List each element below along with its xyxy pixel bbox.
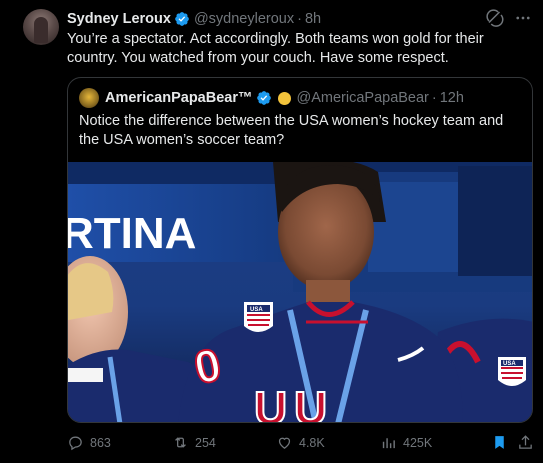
tweet-top-actions [486, 9, 532, 27]
repost-count: 254 [195, 435, 216, 450]
grok-icon[interactable] [486, 9, 504, 27]
like-button[interactable]: 4.8K [276, 434, 325, 451]
quote-author-name[interactable]: AmericanPapaBear™ [105, 90, 253, 106]
separator-dot: · [431, 90, 437, 106]
share-icon[interactable] [517, 434, 534, 451]
tweet-action-bar: 863 254 4.8K 425K [67, 432, 533, 454]
quote-author-avatar[interactable] [79, 88, 99, 108]
like-icon [278, 437, 291, 449]
quote-author-handle[interactable]: @AmericaPapaBear [297, 90, 429, 106]
separator-dot: · [297, 11, 302, 27]
svg-text:USA: USA [250, 307, 263, 313]
author-name[interactable]: Sydney Leroux [67, 11, 171, 27]
emoji-icon [277, 91, 291, 105]
timestamp[interactable]: 8h [305, 11, 321, 27]
tweet-header: Sydney Leroux @sydneyleroux · 8h [67, 9, 321, 29]
verified-badge-icon [256, 91, 271, 105]
repost-button[interactable]: 254 [172, 434, 216, 451]
bookmark-icon[interactable] [491, 434, 508, 451]
views-button[interactable]: 425K [380, 434, 432, 451]
flag-label: USA [503, 361, 516, 367]
tweet[interactable]: Sydney Leroux @sydneyleroux · 8h You’re … [0, 0, 543, 463]
reply-button[interactable]: 863 [67, 434, 111, 451]
hockey-photo: RTINA USA 0 USA U U [68, 162, 532, 423]
like-count: 4.8K [299, 435, 325, 450]
quote-media-image[interactable]: RTINA USA 0 USA U U [68, 162, 532, 423]
quote-header: AmericanPapaBear™ @AmericaPapaBear · 12h [79, 88, 464, 108]
jersey-letters: U [254, 382, 287, 423]
reply-icon [69, 436, 82, 451]
reply-count: 863 [90, 435, 111, 450]
quote-text: Notice the difference between the USA wo… [79, 113, 504, 148]
usa-flag-patch: USA [244, 302, 273, 332]
views-icon [382, 438, 395, 449]
more-icon[interactable] [514, 9, 532, 27]
usa-flag-patch: USA [498, 357, 526, 386]
repost-icon [175, 437, 186, 448]
views-count: 425K [403, 435, 433, 450]
verified-badge-icon [175, 12, 189, 26]
svg-text:U: U [294, 382, 327, 423]
tweet-text: You’re a spectator. Act accordingly. Bot… [67, 31, 484, 66]
author-avatar[interactable] [23, 9, 59, 45]
quote-timestamp[interactable]: 12h [440, 90, 464, 106]
quoted-tweet[interactable]: AmericanPapaBear™ @AmericaPapaBear · 12h… [67, 77, 533, 423]
author-handle[interactable]: @sydneyleroux [194, 11, 294, 27]
board-text: RTINA [68, 209, 196, 258]
